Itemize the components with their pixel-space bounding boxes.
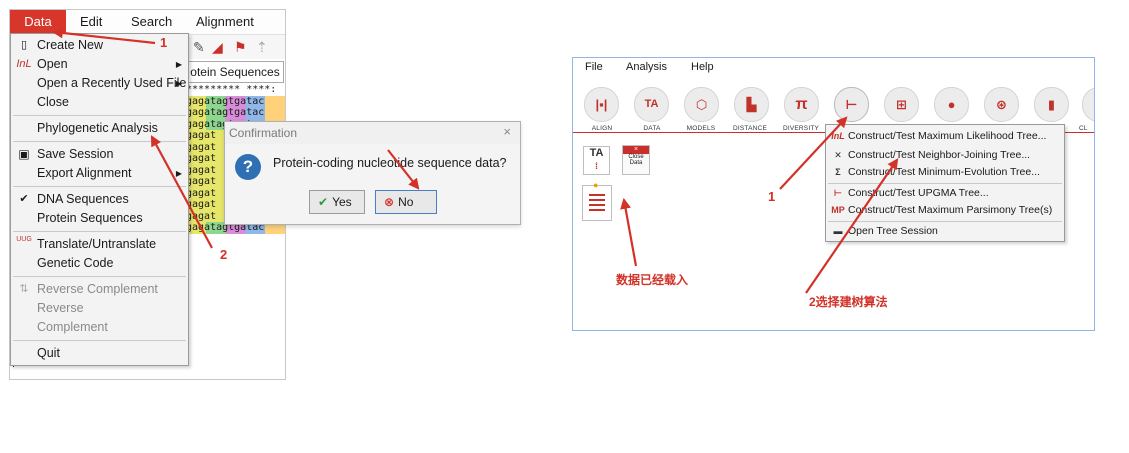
arrow-to-data-icon	[620, 197, 638, 267]
arrow-to-no-button	[387, 149, 420, 190]
arrow-to-data-menu	[51, 27, 156, 45]
arrow-to-nj-tree	[805, 158, 899, 294]
annotation-arrows	[51, 27, 899, 294]
arrow-to-phylogeny-button	[779, 116, 848, 190]
arrow-to-phylogenetic-analysis	[150, 135, 213, 249]
